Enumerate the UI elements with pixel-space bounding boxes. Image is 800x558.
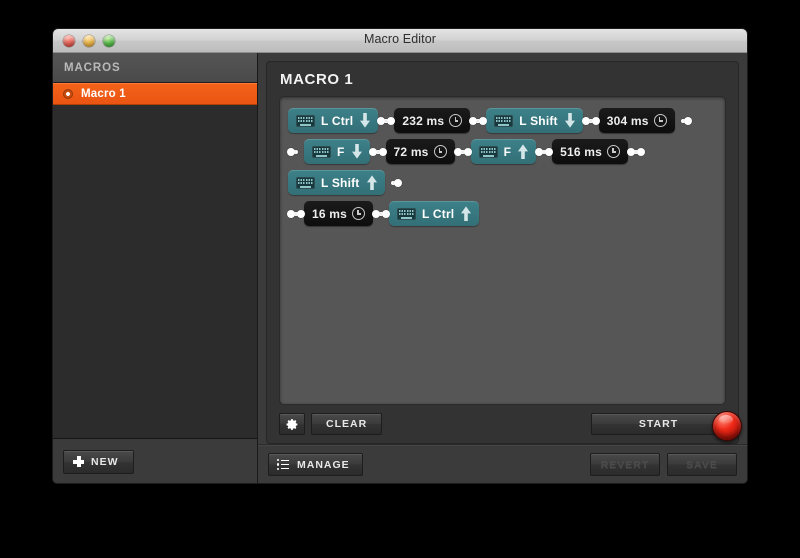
gear-icon [286, 418, 297, 430]
manage-button-label: MANAGE [297, 458, 350, 471]
macro-step-label: L Ctrl [422, 206, 455, 221]
macro-step-label: 516 ms [560, 144, 602, 159]
macro-step-label: 232 ms [402, 113, 445, 128]
clear-button[interactable]: CLEAR [311, 413, 383, 435]
macro-step-delay[interactable]: 304 ms [598, 108, 675, 133]
plus-icon [73, 456, 84, 467]
page-title: MACRO 1 [280, 71, 354, 88]
macro-step-key[interactable]: L Ctrl [288, 108, 379, 133]
sidebar-footer: NEW [53, 438, 257, 483]
macro-step-delay[interactable]: 516 ms [552, 139, 628, 164]
macro-step-key[interactable]: F [470, 139, 537, 164]
step-connector [675, 108, 692, 133]
keyboard-icon [397, 207, 417, 220]
clock-icon [607, 145, 620, 158]
keyboard-icon [494, 114, 514, 127]
macro-editor-window: Macro Editor MACROS Macro 1 NEW MACRO 1 … [52, 28, 748, 484]
record-dot-icon [63, 89, 73, 99]
arrow-up-icon [460, 206, 472, 221]
macro-step-key[interactable]: L Shift [486, 108, 583, 133]
step-connector [287, 139, 304, 164]
macro-step-key[interactable]: F [304, 139, 370, 164]
record-button[interactable] [712, 411, 742, 441]
keyboard-icon [312, 145, 331, 158]
macro-detail-panel: MACRO 1 L Ctrl 232 ms L Shift 304 ms F 72 ms F… [266, 61, 742, 444]
macro-step-label: 72 ms [393, 144, 429, 159]
macro-editor-footer: MANAGE REVERT SAVE [258, 444, 747, 483]
macro-step-key[interactable]: L Shift [288, 170, 385, 195]
macro-steps-panel[interactable]: L Ctrl 232 ms L Shift 304 ms F 72 ms F 516 ms L … [279, 96, 726, 405]
step-connector [535, 139, 554, 164]
keyboard-icon [296, 114, 315, 127]
macro-step-label: L Shift [519, 113, 558, 128]
arrow-down-icon [351, 144, 362, 159]
macro-step-label: L Ctrl [321, 113, 354, 128]
list-icon [277, 459, 289, 470]
save-button[interactable]: SAVE [667, 453, 737, 476]
step-connector [372, 201, 391, 226]
clock-icon [433, 145, 447, 158]
clock-icon [653, 114, 667, 127]
desktop-background: Macro Editor MACROS Macro 1 NEW MACRO 1 … [0, 0, 800, 558]
step-connector [385, 170, 402, 195]
manage-button[interactable]: MANAGE [268, 453, 363, 476]
step-connector [469, 108, 488, 133]
clear-button-label: CLEAR [326, 418, 368, 430]
sidebar-header: MACROS [53, 53, 257, 83]
macro-step-label: F [337, 144, 345, 159]
step-connector [287, 201, 305, 226]
start-button-label: START [638, 418, 679, 430]
macro-step-key[interactable]: L Ctrl [389, 201, 480, 226]
revert-button-label: REVERT [600, 458, 650, 471]
step-connector [453, 139, 472, 164]
window-titlebar[interactable]: Macro Editor [53, 29, 747, 53]
macro-step-delay[interactable]: 232 ms [394, 108, 471, 133]
macro-list: Macro 1 [53, 83, 257, 438]
macro-steps-flow: L Ctrl 232 ms L Shift 304 ms F 72 ms F 516 ms L … [287, 105, 717, 229]
sidebar-header-label: MACROS [64, 61, 121, 74]
arrow-up-icon [517, 144, 529, 159]
macro-step-delay[interactable]: 16 ms [304, 201, 374, 226]
macros-sidebar: MACROS Macro 1 NEW [53, 53, 258, 483]
arrow-down-icon [359, 113, 371, 128]
new-macro-button-label: NEW [91, 455, 119, 468]
step-connector [581, 108, 600, 133]
window-title: Macro Editor [363, 32, 437, 46]
macro-step-label: F [503, 144, 512, 159]
step-connector [627, 139, 645, 164]
macro-editor-main: MACRO 1 L Ctrl 232 ms L Shift 304 ms F 72 ms F… [258, 53, 747, 483]
clock-icon [449, 114, 463, 127]
macro-step-label: 16 ms [312, 206, 348, 221]
arrow-up-icon [366, 175, 377, 190]
new-macro-button[interactable]: NEW [63, 449, 134, 474]
clock-icon [352, 207, 366, 220]
keyboard-icon [296, 176, 315, 189]
start-button[interactable]: START [591, 413, 726, 435]
save-button-label: SAVE [686, 458, 718, 471]
macro-step-label: L Shift [321, 175, 360, 190]
arrow-down-icon [564, 113, 575, 128]
settings-button[interactable] [279, 413, 305, 435]
sidebar-item-label: Macro 1 [81, 88, 126, 100]
step-connector [368, 139, 387, 164]
keyboard-icon [478, 145, 498, 158]
sidebar-item-macro-1[interactable]: Macro 1 [53, 83, 257, 105]
macro-toolbar: CLEAR START [267, 405, 742, 443]
window-body: MACROS Macro 1 NEW MACRO 1 L Ctrl 232 ms… [53, 53, 747, 483]
macro-step-label: 304 ms [606, 113, 649, 128]
revert-button[interactable]: REVERT [590, 453, 660, 476]
macro-step-delay[interactable]: 72 ms [385, 139, 455, 164]
step-connector [377, 108, 396, 133]
